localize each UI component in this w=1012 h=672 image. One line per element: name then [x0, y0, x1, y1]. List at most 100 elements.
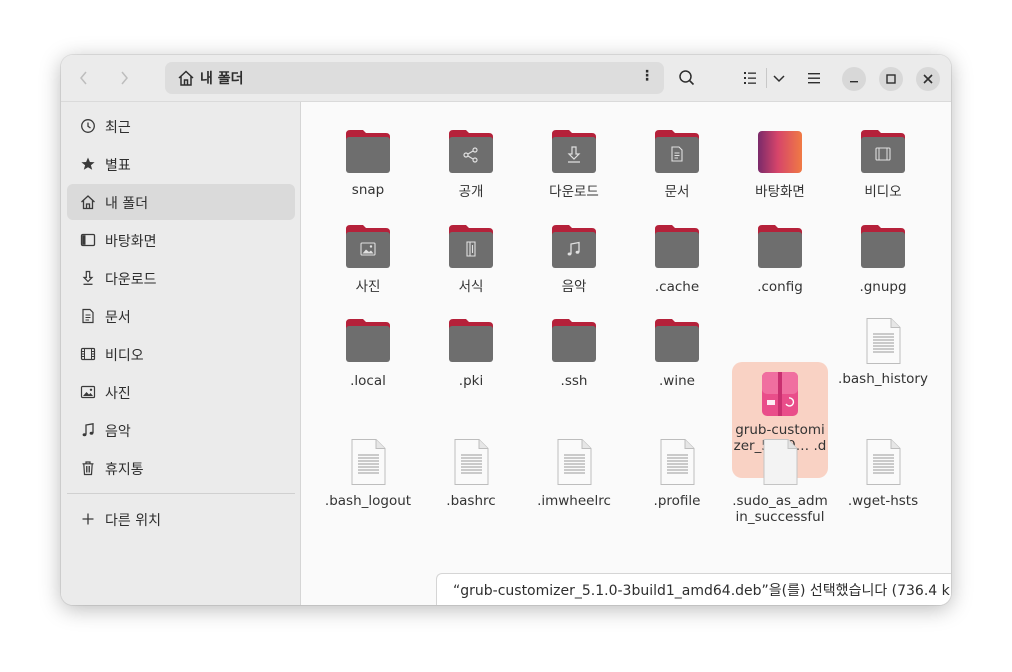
music-icon	[82, 423, 94, 437]
folder-icon	[346, 130, 390, 173]
download-icon	[82, 270, 94, 285]
sidebar-item-label: 최근	[105, 120, 131, 136]
chevron-left-icon	[80, 71, 87, 85]
deb-package-icon	[762, 372, 798, 416]
folder-desktop-icon	[758, 131, 802, 173]
file-label: 다운로드	[549, 184, 599, 200]
file-item-pki[interactable]: .pki	[423, 317, 519, 389]
sidebar-item-other-locations[interactable]: 다른 위치	[67, 501, 295, 537]
text-file-icon	[866, 318, 901, 364]
blank-file-icon	[763, 439, 798, 485]
video-icon	[80, 347, 96, 361]
folder-icon	[552, 319, 596, 362]
back-button[interactable]	[69, 65, 99, 91]
path-menu-button[interactable]: ⋮	[640, 68, 654, 84]
folder-icon	[655, 319, 699, 362]
view-toggle-button[interactable]	[738, 66, 764, 90]
sidebar-item-home[interactable]: 내 폴더	[67, 184, 295, 220]
folder-share-icon	[449, 130, 493, 173]
sidebar-item-label: 휴지통	[105, 462, 144, 478]
folder-template-icon	[449, 225, 493, 268]
file-item-music[interactable]: 음악	[526, 223, 622, 295]
desktop-icon	[80, 233, 96, 247]
clock-icon	[81, 119, 95, 133]
file-label: .wget-hsts	[847, 493, 919, 509]
sidebar-item-videos[interactable]: 비디오	[67, 336, 295, 372]
sidebar-item-music[interactable]: 음악	[67, 412, 295, 448]
file-label: .profile	[653, 493, 701, 509]
file-item-public[interactable]: 공개	[423, 128, 519, 200]
file-item-imwheelrc[interactable]: .imwheelrc	[526, 438, 622, 509]
file-label: .bash_logout	[324, 493, 412, 509]
close-button[interactable]	[916, 67, 940, 91]
chevron-down-icon	[773, 75, 785, 83]
file-item-local[interactable]: .local	[320, 317, 416, 389]
sidebar-item-starred[interactable]: 별표	[67, 146, 295, 182]
file-label: .imwheelrc	[537, 493, 611, 509]
sidebar-item-label: 다른 위치	[105, 513, 161, 529]
file-label: 공개	[458, 184, 484, 200]
sidebar-item-downloads[interactable]: 다운로드	[67, 260, 295, 296]
sidebar-separator	[67, 493, 295, 494]
file-item-gnupg[interactable]: .gnupg	[835, 223, 931, 295]
file-item-config[interactable]: .config	[732, 223, 828, 295]
text-file-icon	[454, 439, 489, 485]
sidebar-item-label: 음악	[105, 424, 131, 440]
path-label[interactable]: 내 폴더	[200, 68, 244, 88]
sidebar-item-label: 다운로드	[105, 272, 157, 288]
home-icon	[178, 70, 194, 86]
file-item-profile[interactable]: .profile	[629, 438, 725, 509]
file-label: snap	[351, 182, 385, 198]
sidebar-item-recent[interactable]: 최근	[67, 108, 295, 144]
main-menu-button[interactable]	[801, 66, 827, 90]
path-bar[interactable]: 내 폴더 ⋮	[165, 62, 664, 94]
file-item-sudo-as-admin-successful[interactable]: .sudo_as_admin_successful	[732, 438, 828, 525]
star-icon	[81, 157, 95, 170]
sidebar-item-desktop[interactable]: 바탕화면	[67, 222, 295, 258]
sidebar-item-trash[interactable]: 휴지통	[67, 450, 295, 486]
sidebar-item-documents[interactable]: 문서	[67, 298, 295, 334]
maximize-icon	[886, 74, 896, 84]
search-icon	[679, 70, 695, 86]
folder-picture-icon	[346, 225, 390, 268]
picture-icon	[80, 385, 96, 399]
file-item-wget-hsts[interactable]: .wget-hsts	[835, 438, 931, 509]
text-file-icon	[557, 439, 592, 485]
file-item-snap[interactable]: snap	[320, 128, 416, 198]
file-item-downloads[interactable]: 다운로드	[526, 128, 622, 200]
file-grid: snap 공개 다운로드 문서 바탕화면 비디오 사진 서식 음악 .cache…	[302, 102, 951, 605]
minimize-button[interactable]	[842, 67, 866, 91]
file-item-wine[interactable]: .wine	[629, 317, 725, 389]
folder-icon	[758, 225, 802, 268]
folder-icon	[449, 319, 493, 362]
list-view-icon	[744, 72, 756, 84]
sidebar-item-pictures[interactable]: 사진	[67, 374, 295, 410]
file-item-ssh[interactable]: .ssh	[526, 317, 622, 389]
file-label: 문서	[664, 184, 690, 200]
file-item-templates[interactable]: 서식	[423, 223, 519, 295]
minimize-icon	[850, 81, 858, 83]
folder-icon	[346, 319, 390, 362]
sidebar-item-label: 사진	[105, 386, 131, 402]
file-item-cache[interactable]: .cache	[629, 223, 725, 295]
selection-status-bar: “grub-customizer_5.1.0-3build1_amd64.deb…	[436, 573, 951, 605]
file-item-videos[interactable]: 비디오	[835, 128, 931, 200]
sidebar-item-label: 내 폴더	[105, 196, 149, 212]
file-item-desktop[interactable]: 바탕화면	[732, 128, 828, 200]
search-button[interactable]	[674, 66, 700, 90]
folder-video-icon	[861, 130, 905, 173]
file-item-bash-history[interactable]: .bash_history	[835, 317, 931, 387]
file-item-documents[interactable]: 문서	[629, 128, 725, 200]
forward-button[interactable]	[109, 65, 139, 91]
hamburger-icon	[808, 73, 820, 84]
file-manager-window: 내 폴더 ⋮ 최근 별표 내 폴더 바탕화면 다운로드 문서 비디오 사진 음악…	[61, 55, 951, 605]
file-item-bashrc[interactable]: .bashrc	[423, 438, 519, 509]
maximize-button[interactable]	[879, 67, 903, 91]
folder-music-icon	[552, 225, 596, 268]
file-label: 사진	[355, 279, 381, 295]
file-label: .ssh	[560, 373, 588, 389]
view-options-dropdown[interactable]	[766, 66, 792, 90]
home-icon	[81, 195, 95, 210]
file-item-bash-logout[interactable]: .bash_logout	[320, 438, 416, 509]
file-item-pictures[interactable]: 사진	[320, 223, 416, 295]
